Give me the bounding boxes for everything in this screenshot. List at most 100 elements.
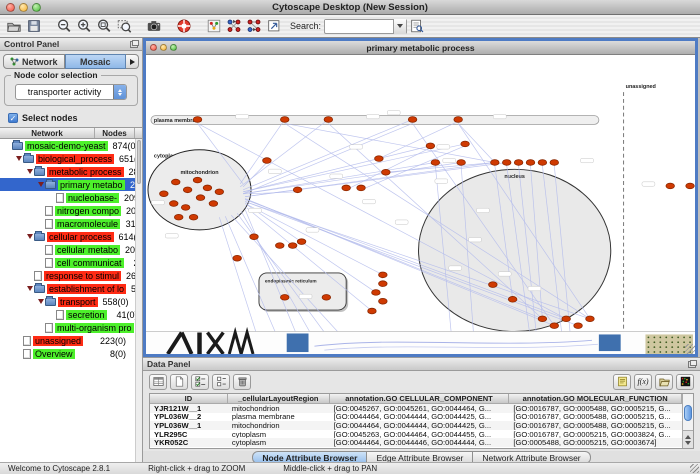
node-color-dropdown[interactable]: transporter activity bbox=[15, 84, 127, 100]
graph-node[interactable] bbox=[550, 160, 559, 166]
column-header[interactable]: ID bbox=[150, 394, 228, 404]
graph-node[interactable] bbox=[550, 323, 559, 329]
graph-node[interactable] bbox=[454, 117, 463, 123]
tree-row[interactable]: metabolic process280(0) bbox=[0, 165, 135, 178]
tree-row[interactable]: mosaic-demo-yeast874(0) bbox=[0, 139, 135, 152]
tree-row[interactable]: establishment of lo558(0) bbox=[0, 282, 135, 295]
graph-node[interactable] bbox=[489, 282, 498, 288]
tree-row[interactable]: primary metabo209(... bbox=[0, 178, 135, 191]
save-icon[interactable] bbox=[24, 17, 44, 36]
graph-node[interactable] bbox=[280, 294, 289, 300]
graph-node[interactable] bbox=[160, 191, 169, 197]
graph-node[interactable] bbox=[574, 323, 583, 329]
graph-node[interactable] bbox=[372, 290, 381, 296]
graph-node[interactable] bbox=[408, 117, 417, 123]
expander-icon[interactable] bbox=[38, 182, 44, 187]
graph-node[interactable] bbox=[502, 160, 511, 166]
tree-row[interactable]: biological_process651(0) bbox=[0, 152, 135, 165]
zoom-in-icon[interactable] bbox=[74, 17, 94, 36]
tree-row[interactable]: cellular metabo209(0) bbox=[0, 243, 135, 256]
app-resize-grip[interactable] bbox=[690, 464, 699, 473]
graph-node[interactable] bbox=[324, 117, 333, 123]
matrix-icon[interactable] bbox=[676, 374, 694, 390]
float-panel-icon[interactable] bbox=[130, 41, 138, 48]
graph-node[interactable] bbox=[461, 141, 470, 147]
expander-icon[interactable] bbox=[27, 286, 33, 291]
expander-icon[interactable] bbox=[16, 156, 22, 161]
table-row[interactable]: YKR052Ccytoplasm[GO:0044464, GO:0044446,… bbox=[150, 438, 682, 447]
advanced-search-icon[interactable] bbox=[407, 17, 427, 36]
expander-icon[interactable] bbox=[27, 169, 33, 174]
graph-node[interactable] bbox=[250, 234, 259, 240]
graph-node[interactable] bbox=[457, 160, 466, 166]
function-builder-icon[interactable]: f(x) bbox=[634, 374, 652, 390]
graph-node[interactable] bbox=[666, 183, 675, 189]
table-row[interactable]: YLR295Ccytoplasm[GO:0045263, GO:0044464,… bbox=[150, 430, 682, 439]
select-attributes-icon[interactable] bbox=[191, 374, 209, 390]
graph-node[interactable] bbox=[514, 160, 523, 166]
zoom-selected-icon[interactable] bbox=[114, 17, 134, 36]
graph-node[interactable] bbox=[293, 187, 302, 193]
graph-node[interactable] bbox=[297, 239, 306, 245]
tab-mosaic[interactable]: Mosaic bbox=[65, 54, 127, 69]
graph-node[interactable] bbox=[586, 316, 595, 322]
graph-node[interactable] bbox=[322, 294, 331, 300]
graph-node[interactable] bbox=[426, 143, 435, 149]
tree-header-network[interactable]: Network bbox=[0, 128, 95, 138]
graph-node[interactable] bbox=[431, 160, 440, 166]
attribute-table-icon[interactable] bbox=[149, 374, 167, 390]
select-nodes-checkbox[interactable]: ✓ bbox=[8, 113, 18, 123]
scroll-up-icon[interactable] bbox=[685, 435, 691, 439]
search-config-icon[interactable] bbox=[264, 17, 284, 36]
import-folder-icon[interactable] bbox=[655, 374, 673, 390]
expander-icon[interactable] bbox=[38, 299, 44, 304]
column-header[interactable]: _cellularLayoutRegion bbox=[228, 394, 330, 404]
graph-node[interactable] bbox=[379, 298, 388, 304]
tree-row[interactable]: response to stimul264(0) bbox=[0, 269, 135, 282]
graph-node[interactable] bbox=[276, 243, 285, 249]
snapshot-icon[interactable] bbox=[144, 17, 164, 36]
graph-node[interactable] bbox=[280, 117, 289, 123]
app-titlebar[interactable]: Cytoscape Desktop (New Session) bbox=[0, 0, 700, 15]
search-input[interactable] bbox=[325, 20, 393, 32]
tree-row[interactable]: macromolecule311(0) bbox=[0, 217, 135, 230]
table-scrollbar[interactable] bbox=[682, 394, 693, 448]
window-resize-grip[interactable] bbox=[685, 344, 695, 354]
graph-node[interactable] bbox=[379, 281, 388, 287]
graph-node[interactable] bbox=[209, 201, 218, 207]
graph-node[interactable] bbox=[263, 158, 272, 164]
table-row[interactable]: YPL036W__2plasma membrane[GO:0044464, GO… bbox=[150, 413, 682, 422]
graph-node[interactable] bbox=[288, 243, 297, 249]
zoom-fit-icon[interactable] bbox=[94, 17, 114, 36]
graph-node[interactable] bbox=[181, 205, 190, 211]
tree-row[interactable]: nitrogen compo209(0) bbox=[0, 204, 135, 217]
delete-attribute-icon[interactable] bbox=[233, 374, 251, 390]
advanced-search-button[interactable] bbox=[407, 17, 427, 36]
open-icon[interactable] bbox=[4, 17, 24, 36]
notepad-icon[interactable] bbox=[613, 374, 631, 390]
tree-row[interactable]: multi-organism pro42(0) bbox=[0, 321, 135, 334]
graph-node[interactable] bbox=[382, 169, 391, 175]
table-row[interactable]: YDR039C__1mitochondrion[GO:0044464, GO:0… bbox=[150, 447, 682, 449]
help-icon[interactable] bbox=[174, 17, 194, 36]
tree-row[interactable]: secretion41(0) bbox=[0, 308, 135, 321]
search-dropdown-button[interactable] bbox=[393, 19, 406, 34]
network-window-titlebar[interactable]: primary metabolic process bbox=[146, 41, 695, 55]
layout-2-icon[interactable] bbox=[244, 17, 264, 36]
graph-node[interactable] bbox=[375, 156, 384, 162]
graph-node[interactable] bbox=[491, 160, 500, 166]
graph-node[interactable] bbox=[526, 160, 535, 166]
search-combo[interactable] bbox=[324, 19, 407, 34]
tab-overflow-button[interactable] bbox=[126, 54, 139, 69]
graph-node[interactable] bbox=[538, 160, 547, 166]
layout-1-icon[interactable] bbox=[224, 17, 244, 36]
unselect-attributes-icon[interactable] bbox=[212, 374, 230, 390]
graph-node[interactable] bbox=[233, 255, 242, 261]
tab-network[interactable]: Network bbox=[3, 54, 65, 69]
graph-node[interactable] bbox=[368, 308, 377, 314]
network-canvas[interactable]: plasma membrane cytoplasm mitochondrion … bbox=[146, 55, 695, 354]
graph-node[interactable] bbox=[379, 272, 388, 278]
tree-row[interactable]: unassigned223(0) bbox=[0, 334, 135, 347]
column-header[interactable]: annotation.GO CELLULAR_COMPONENT bbox=[330, 394, 510, 404]
graph-node[interactable] bbox=[169, 201, 178, 207]
